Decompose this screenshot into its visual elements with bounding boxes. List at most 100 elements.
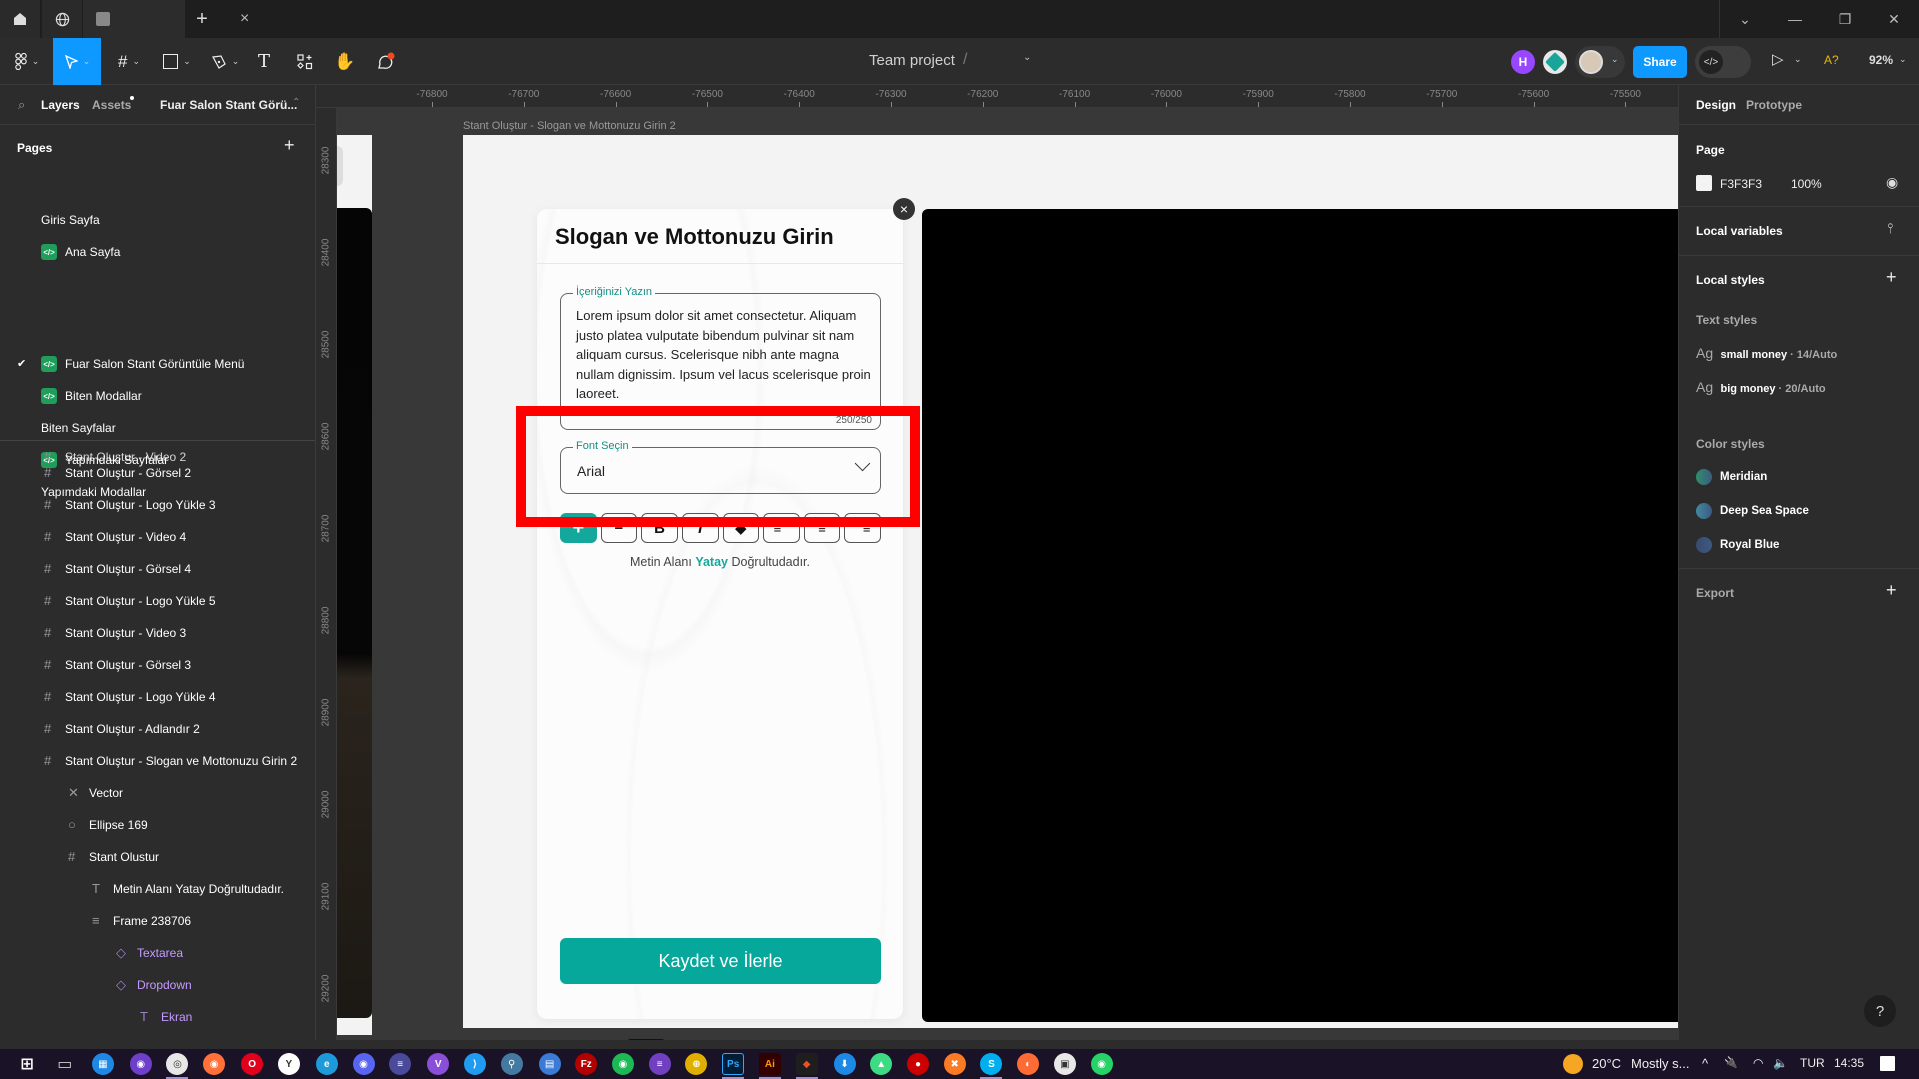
taskbar-app-task-view[interactable]: ▭ bbox=[54, 1053, 76, 1075]
page-color-value[interactable]: F3F3F3 bbox=[1720, 177, 1762, 191]
tab-layers[interactable]: Layers bbox=[41, 98, 80, 112]
taskbar-app-whatsapp[interactable]: ◉ bbox=[1090, 1053, 1113, 1075]
hand-tool[interactable]: ✋ bbox=[332, 38, 358, 85]
clock[interactable]: 14:35 bbox=[1834, 1056, 1864, 1070]
file-menu-chevron-icon[interactable]: ⌄ bbox=[1023, 52, 1031, 63]
current-page-selector[interactable]: Fuar Salon Stant Görü... bbox=[160, 98, 297, 112]
layer-item[interactable]: T Metin Alanı Yatay Doğrultudadır. bbox=[0, 874, 315, 904]
shape-tool[interactable]: ⌄ bbox=[157, 38, 197, 85]
layer-item[interactable]: # Stant Oluştur - Görsel 2 bbox=[0, 458, 315, 488]
layer-item[interactable]: ◇ Dropdown bbox=[0, 970, 315, 1000]
layer-item[interactable]: # Stant Oluştur - Adlandır 2 bbox=[0, 714, 315, 744]
share-button[interactable]: Share bbox=[1633, 46, 1687, 78]
layer-item[interactable]: # Stant Oluştur - Logo Yükle 5 bbox=[0, 586, 315, 616]
taskbar-app-edge[interactable]: e bbox=[315, 1053, 338, 1075]
color-style-item[interactable]: Meridian bbox=[1696, 469, 1896, 487]
layer-item[interactable]: ✕ Vector bbox=[0, 778, 315, 808]
tab-prototype[interactable]: Prototype bbox=[1746, 98, 1802, 112]
page-item[interactable]: Giris Sayfa bbox=[0, 205, 315, 235]
language-indicator[interactable]: TUR bbox=[1800, 1056, 1825, 1070]
add-page-button[interactable]: + bbox=[284, 135, 295, 156]
weather-icon[interactable] bbox=[1563, 1054, 1583, 1074]
tab-design[interactable]: Design bbox=[1696, 98, 1736, 112]
canvas[interactable]: Stant Oluştur - Slogan ve Mottonuzu Giri… bbox=[337, 108, 1678, 1040]
taskbar-app-app[interactable]: ≡ bbox=[648, 1053, 671, 1075]
minimize-button[interactable]: — bbox=[1770, 0, 1820, 38]
resources-tool[interactable] bbox=[292, 38, 318, 85]
layer-item[interactable]: # Stant Oluştur - Görsel 4 bbox=[0, 554, 315, 584]
taskbar-app-recorder[interactable]: ● bbox=[906, 1053, 929, 1075]
layer-item[interactable]: # Stant Olustur bbox=[0, 842, 315, 872]
taskbar-app-discord[interactable]: ◉ bbox=[352, 1053, 375, 1075]
close-tab-icon[interactable]: × bbox=[240, 10, 249, 28]
layer-item[interactable]: ≡ Frame 238706 bbox=[0, 906, 315, 936]
tray-expand-icon[interactable]: ^ bbox=[1702, 1056, 1708, 1071]
layer-item[interactable]: # Stant Oluştur - Slogan ve Mottonuzu Gir… bbox=[0, 746, 315, 776]
weather-temp[interactable]: 20°C bbox=[1592, 1056, 1621, 1071]
local-variables-label[interactable]: Local variables bbox=[1696, 224, 1783, 238]
taskbar-app-xampp[interactable]: ✖ bbox=[943, 1053, 966, 1075]
color-style-item[interactable]: Royal Blue bbox=[1696, 537, 1896, 555]
chevron-down-icon[interactable]: ⌄ bbox=[1899, 54, 1907, 65]
wifi-icon[interactable]: ◠ bbox=[1753, 1056, 1763, 1070]
community-tab[interactable] bbox=[42, 0, 82, 38]
present-button[interactable]: ▷ bbox=[1772, 50, 1784, 68]
page-color-swatch[interactable] bbox=[1696, 175, 1712, 191]
power-icon[interactable]: 🔌 bbox=[1724, 1056, 1738, 1069]
add-style-icon[interactable]: + bbox=[1886, 267, 1897, 288]
page-item[interactable]: </> Ana Sayfa bbox=[0, 237, 315, 267]
page-item[interactable]: Biten Sayfalar bbox=[0, 413, 315, 443]
close-window-button[interactable]: ✕ bbox=[1869, 0, 1919, 38]
home-tab[interactable] bbox=[0, 0, 41, 38]
chevron-up-icon[interactable]: ⌃ bbox=[292, 97, 300, 108]
new-tab-button[interactable]: + bbox=[190, 0, 214, 38]
layer-item[interactable]: ⬚Group bbox=[0, 1034, 315, 1040]
taskbar-app-app[interactable]: ≡ bbox=[389, 1053, 412, 1075]
taskbar-app-github-desktop[interactable]: ◉ bbox=[129, 1053, 152, 1075]
taskbar-app-skype[interactable]: S bbox=[980, 1053, 1003, 1075]
main-menu-button[interactable]: ⌄ bbox=[8, 38, 46, 85]
taskbar-app-chrome[interactable]: ◎ bbox=[166, 1053, 189, 1075]
color-style-item[interactable]: Deep Sea Space bbox=[1696, 503, 1896, 521]
chevron-down-icon[interactable]: ⌄ bbox=[1794, 54, 1802, 65]
layer-item[interactable]: ○ Ellipse 169 bbox=[0, 810, 315, 840]
user-avatar[interactable] bbox=[1579, 50, 1603, 74]
text-tool[interactable]: T bbox=[252, 38, 276, 85]
layer-item[interactable]: # Stant Oluştur - Video 4 bbox=[0, 522, 315, 552]
pen-tool[interactable]: ⌄ bbox=[205, 38, 245, 85]
taskbar-app-opera[interactable]: O bbox=[241, 1053, 264, 1075]
taskbar-app-calendar[interactable]: ▦ bbox=[91, 1053, 114, 1075]
save-and-continue-button[interactable]: Kaydet ve İlerle bbox=[560, 938, 881, 984]
layer-item[interactable]: # Stant Oluştur - Görsel 3 bbox=[0, 650, 315, 680]
text-style-item[interactable]: Ag big money · 20/Auto bbox=[1696, 379, 1906, 399]
taskbar-app-mysql-workbench[interactable]: ⚲ bbox=[500, 1053, 523, 1075]
taskbar-app-android-studio[interactable]: ▲ bbox=[870, 1053, 893, 1075]
notifications-icon[interactable] bbox=[1880, 1056, 1895, 1071]
text-style-item[interactable]: Ag small money · 14/Auto bbox=[1696, 345, 1906, 365]
help-button[interactable]: ? bbox=[1864, 995, 1896, 1027]
tab-assets[interactable]: Assets bbox=[92, 98, 131, 112]
layer-item[interactable]: # Stant Oluştur - Logo Yükle 4 bbox=[0, 682, 315, 712]
add-export-icon[interactable]: + bbox=[1886, 580, 1897, 601]
move-tool[interactable]: ⌄ bbox=[53, 38, 101, 85]
close-modal-button[interactable]: × bbox=[893, 198, 915, 220]
eye-icon[interactable]: ◉ bbox=[1886, 174, 1898, 191]
weather-desc[interactable]: Mostly s... bbox=[1631, 1056, 1690, 1071]
textarea-value[interactable]: Lorem ipsum dolor sit amet consectetur. … bbox=[576, 306, 876, 404]
taskbar-app-photoshop[interactable]: Ps bbox=[722, 1053, 745, 1075]
taskbar-app-yandex[interactable]: Y bbox=[277, 1053, 300, 1075]
file-tab[interactable]: × bbox=[83, 0, 249, 38]
variables-icon[interactable]: ⫯ bbox=[1887, 220, 1893, 237]
taskbar-app-spotify[interactable]: ◉ bbox=[612, 1053, 634, 1075]
frame-tool[interactable]: # ⌄ bbox=[109, 38, 149, 85]
project-title[interactable]: Team project bbox=[869, 52, 955, 69]
taskbar-app-visual-studio[interactable]: V bbox=[427, 1053, 450, 1075]
taskbar-app-vs-code[interactable]: ⟩ bbox=[463, 1053, 486, 1075]
chevron-down-icon[interactable]: ⌄ bbox=[1611, 54, 1619, 65]
taskbar-app-downloader[interactable]: ⬇ bbox=[833, 1053, 856, 1075]
taskbar-app-filezilla[interactable]: Fz bbox=[575, 1053, 598, 1075]
taskbar-app-figma[interactable]: ◆ bbox=[795, 1053, 818, 1075]
zoom-level[interactable]: 92% bbox=[1869, 53, 1893, 67]
taskbar-app-app[interactable]: ▣ bbox=[1053, 1053, 1076, 1075]
layer-item[interactable]: ◇ Textarea bbox=[0, 938, 315, 968]
